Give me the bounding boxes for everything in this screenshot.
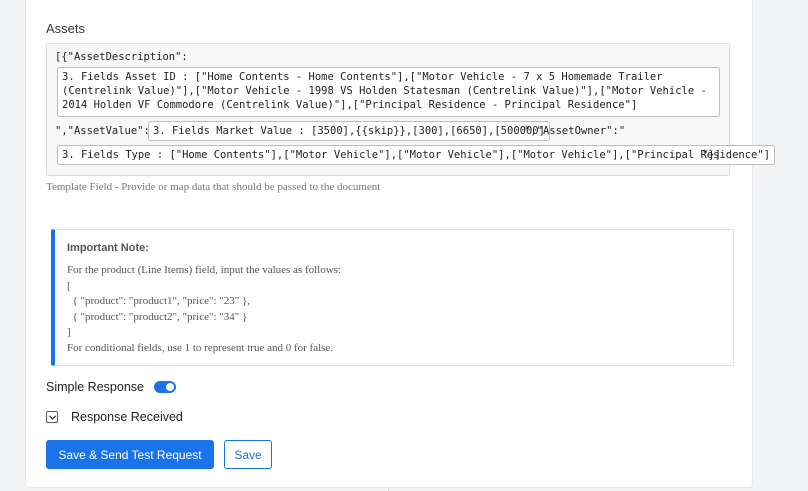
asset-id-token[interactable]: 3. Fields Asset ID : ["Home Contents - H… bbox=[57, 67, 720, 117]
assets-suffix: "}] bbox=[702, 149, 721, 161]
asset-description-prefix: [{"AssetDescription": bbox=[55, 51, 188, 63]
note-line: For the product (Line Items) field, inpu… bbox=[67, 264, 342, 276]
note-line: [ bbox=[67, 279, 71, 292]
assets-template-field[interactable]: [{"AssetDescription": 3. Fields Asset ID… bbox=[46, 43, 776, 176]
note-title: Important Note: bbox=[67, 242, 149, 254]
save-button[interactable]: Save bbox=[224, 440, 272, 469]
note-line: For conditional fields, use 1 to represe… bbox=[67, 341, 334, 354]
note-line: { "product": "product2", "price": "34" } bbox=[67, 310, 248, 323]
asset-owner-prefix: ","AssetOwner":" bbox=[524, 125, 626, 137]
divider bbox=[388, 487, 389, 491]
note-line: { "product": "product1", "price": "23" }… bbox=[67, 295, 251, 307]
asset-value-prefix: ","AssetValue":" bbox=[55, 125, 157, 137]
form-card: Assets [{"AssetDescription": 3. Fields A… bbox=[25, 0, 776, 488]
save-and-send-test-request-button[interactable]: Save & Send Test Request bbox=[46, 440, 214, 469]
assets-label: Assets bbox=[46, 21, 86, 36]
template-field-hint: Template Field - Provide or map data tha… bbox=[46, 181, 381, 193]
important-note: Important Note: For the product (Line It… bbox=[51, 229, 734, 366]
simple-response-label: Simple Response bbox=[46, 380, 144, 394]
market-value-token[interactable]: 3. Fields Market Value : [3500],{{skip}}… bbox=[148, 121, 550, 141]
note-line: ] bbox=[67, 326, 71, 338]
simple-response-row: Simple Response bbox=[46, 380, 176, 394]
response-received-row[interactable]: Response Received bbox=[46, 410, 183, 424]
chevron-down-icon[interactable] bbox=[46, 411, 58, 423]
response-received-label: Response Received bbox=[71, 410, 183, 424]
asset-type-token[interactable]: 3. Fields Type : ["Home Contents"],["Mot… bbox=[57, 145, 776, 165]
simple-response-toggle[interactable] bbox=[153, 381, 176, 393]
